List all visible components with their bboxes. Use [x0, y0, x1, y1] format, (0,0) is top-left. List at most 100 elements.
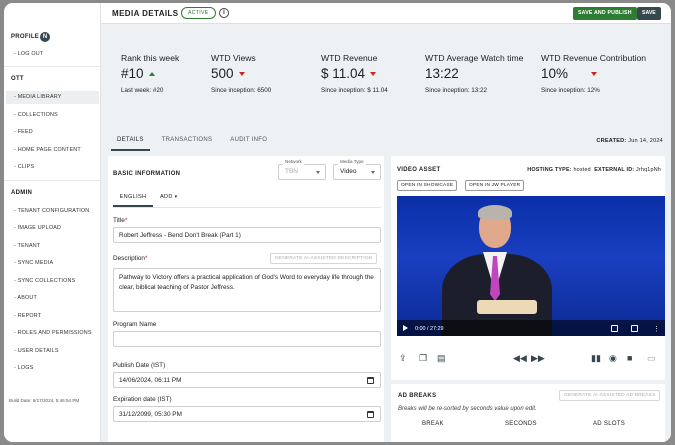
- fast-forward-icon[interactable]: ▶▶: [531, 353, 545, 364]
- column-ad-slots: AD SLOTS: [593, 421, 626, 427]
- sidebar-item-home-page-content[interactable]: - HOME PAGE CONTENT: [11, 144, 99, 157]
- profile-heading[interactable]: PROFILE: [11, 34, 39, 40]
- stat-label: WTD Views: [211, 53, 256, 63]
- program-name-input[interactable]: [113, 331, 381, 347]
- sidebar-item-image-upload[interactable]: - IMAGE UPLOAD: [11, 222, 99, 235]
- calendar-icon[interactable]: [367, 377, 374, 384]
- sidebar-item-tenant[interactable]: - TENANT: [11, 240, 99, 253]
- expiration-date-value: 31/12/2099, 05:30 PM: [119, 411, 182, 418]
- trend-down-icon: [370, 71, 377, 76]
- sidebar-item-collections[interactable]: - COLLECTIONS: [11, 109, 99, 122]
- sidebar-item-user-details[interactable]: - USER DETAILS: [11, 345, 99, 358]
- sidebar-item-media-library[interactable]: - MEDIA LIBRARY: [6, 91, 99, 104]
- ad-breaks-heading: AD BREAKS: [398, 393, 437, 399]
- rewind-icon[interactable]: ◀◀: [513, 353, 527, 364]
- sidebar-item-report[interactable]: - REPORT: [11, 310, 99, 323]
- open-in-jw-player-button[interactable]: OPEN IN JW PLAYER: [465, 180, 525, 191]
- expiration-date-label: Expiration date (IST): [113, 396, 172, 403]
- tab-details[interactable]: DETAILS: [111, 137, 150, 151]
- sidebar-item-about[interactable]: - ABOUT: [11, 292, 99, 305]
- hosting-type-label: HOSTING TYPE:: [527, 167, 572, 173]
- trend-up-icon: [148, 71, 155, 76]
- tab-transactions[interactable]: TRANSACTIONS: [156, 137, 219, 151]
- publish-date-input[interactable]: 14/06/2024, 06:11 PM: [113, 372, 381, 388]
- stat-sub: Since inception: 6500: [211, 87, 272, 94]
- description-label-text: Description: [113, 255, 145, 262]
- save-button[interactable]: SAVE: [637, 7, 661, 20]
- video-camera-icon[interactable]: ■: [627, 353, 632, 363]
- video-player[interactable]: 0:00 / 27:29 ⋮: [397, 196, 665, 336]
- basic-information-panel: BASIC INFORMATION Network TBN Media Type…: [108, 156, 384, 442]
- document-icon[interactable]: ▤: [437, 353, 446, 364]
- fullscreen-icon[interactable]: [631, 325, 638, 332]
- stat-value: 13:22: [425, 66, 523, 81]
- video-asset-panel: VIDEO ASSET HOSTING TYPE: hosted EXTERNA…: [391, 156, 665, 380]
- sidebar-item-tenant-configuration[interactable]: - TENANT CONFIGURATION: [11, 205, 99, 218]
- title-input[interactable]: Robert Jeffress - Bend Don't Break (Part…: [113, 227, 381, 243]
- generate-ad-breaks-button[interactable]: GENERATE AI-ASSISTED AD BREAKS: [559, 390, 661, 401]
- stat-value: #10: [121, 66, 179, 81]
- ott-heading: OTT: [11, 76, 24, 82]
- trend-down-icon: [591, 71, 598, 76]
- info-icon[interactable]: i: [219, 8, 229, 18]
- stat-revenue: WTD Revenue $ 11.04 Since inception: $ 1…: [321, 53, 388, 94]
- media-type-caption: Media Type: [338, 159, 366, 165]
- video-asset-heading: VIDEO ASSET: [397, 167, 441, 173]
- sidebar-item-clips[interactable]: - CLIPS: [11, 161, 99, 174]
- media-type-select[interactable]: Media Type Video: [333, 159, 381, 180]
- basic-information-heading: BASIC INFORMATION: [113, 171, 181, 177]
- stat-label: WTD Average Watch time: [425, 53, 524, 63]
- save-and-publish-button[interactable]: SAVE AND PUBLISH: [573, 7, 637, 20]
- play-icon[interactable]: [403, 325, 408, 331]
- generate-description-button[interactable]: GENERATE AI-ASSISTED DESCRIPTION: [270, 253, 378, 264]
- expiration-date-input[interactable]: 31/12/2099, 05:30 PM: [113, 406, 381, 422]
- split-icon[interactable]: ▮▮: [591, 353, 601, 364]
- created-value: Jun 14, 2024: [628, 138, 663, 144]
- caption-icon[interactable]: ▭: [647, 353, 656, 364]
- video-frame-detail: [478, 205, 512, 220]
- divider: [113, 207, 381, 208]
- stat-label: Rank this week: [121, 53, 180, 63]
- stat-value: 10%: [541, 66, 646, 81]
- created-date: CREATED: Jun 14, 2024: [596, 138, 663, 144]
- stat-revenue-contribution: WTD Revenue Contribution 10% Since incep…: [541, 53, 646, 94]
- sidebar-item-sync-collections[interactable]: - SYNC COLLECTIONS: [11, 275, 99, 288]
- sidebar-item-logout[interactable]: - LOG OUT: [11, 48, 99, 61]
- stat-views: WTD Views 500 Since inception: 6500: [211, 53, 271, 94]
- more-options-icon[interactable]: ⋮: [653, 325, 660, 333]
- stat-label: WTD Revenue: [321, 53, 378, 63]
- caret-down-icon: ▾: [174, 194, 178, 200]
- app-window: PROFILE N - LOG OUT OTT - MEDIA LIBRARY …: [4, 3, 671, 442]
- stat-value-text: #10: [121, 66, 144, 81]
- description-textarea[interactable]: Pathway to Victory offers a practical ap…: [113, 268, 381, 312]
- stat-value-text: 13:22: [425, 66, 459, 81]
- share-icon[interactable]: ⇪: [399, 353, 407, 364]
- sidebar-item-sync-media[interactable]: - SYNC MEDIA: [11, 257, 99, 270]
- tab-english[interactable]: ENGLISH: [113, 194, 153, 207]
- sidebar: PROFILE N - LOG OUT OTT - MEDIA LIBRARY …: [4, 3, 101, 442]
- main-content: MEDIA DETAILS ACTIVE i SAVE AND PUBLISH …: [101, 3, 671, 442]
- external-id-value: Jrhq1pNh: [636, 167, 661, 173]
- camera-icon[interactable]: ◉: [609, 353, 617, 364]
- tab-add[interactable]: ADD ▾: [160, 194, 177, 200]
- file-icon[interactable]: ❐: [419, 353, 427, 364]
- program-name-label: Program Name: [113, 321, 157, 328]
- calendar-icon[interactable]: [367, 411, 374, 418]
- avatar[interactable]: N: [40, 32, 50, 42]
- detail-tabs: DETAILS TRANSACTIONS AUDIT INFO: [111, 137, 273, 151]
- required-marker: *: [124, 217, 128, 224]
- tab-audit-info[interactable]: AUDIT INFO: [224, 137, 273, 151]
- top-bar: MEDIA DETAILS ACTIVE i SAVE AND PUBLISH …: [101, 3, 671, 24]
- sidebar-item-feed[interactable]: - FEED: [11, 126, 99, 139]
- sidebar-item-logs[interactable]: - LOGS: [11, 362, 99, 375]
- trend-down-icon: [238, 71, 245, 76]
- network-select: Network TBN: [278, 159, 326, 180]
- video-time: 0:00 / 27:29: [415, 326, 444, 332]
- stat-value-text: 500: [211, 66, 234, 81]
- ad-breaks-note: Breaks will be re-sorted by seconds valu…: [398, 406, 537, 412]
- mute-icon[interactable]: [611, 325, 618, 332]
- stat-watch-time: WTD Average Watch time 13:22 Since incep…: [425, 53, 523, 94]
- open-in-showcase-button[interactable]: OPEN IN SHOWCASE: [397, 180, 458, 191]
- stat-sub: Since inception: 13:22: [425, 87, 487, 94]
- sidebar-item-roles-and-permissions[interactable]: - ROLES AND PERMISSIONS: [11, 327, 99, 340]
